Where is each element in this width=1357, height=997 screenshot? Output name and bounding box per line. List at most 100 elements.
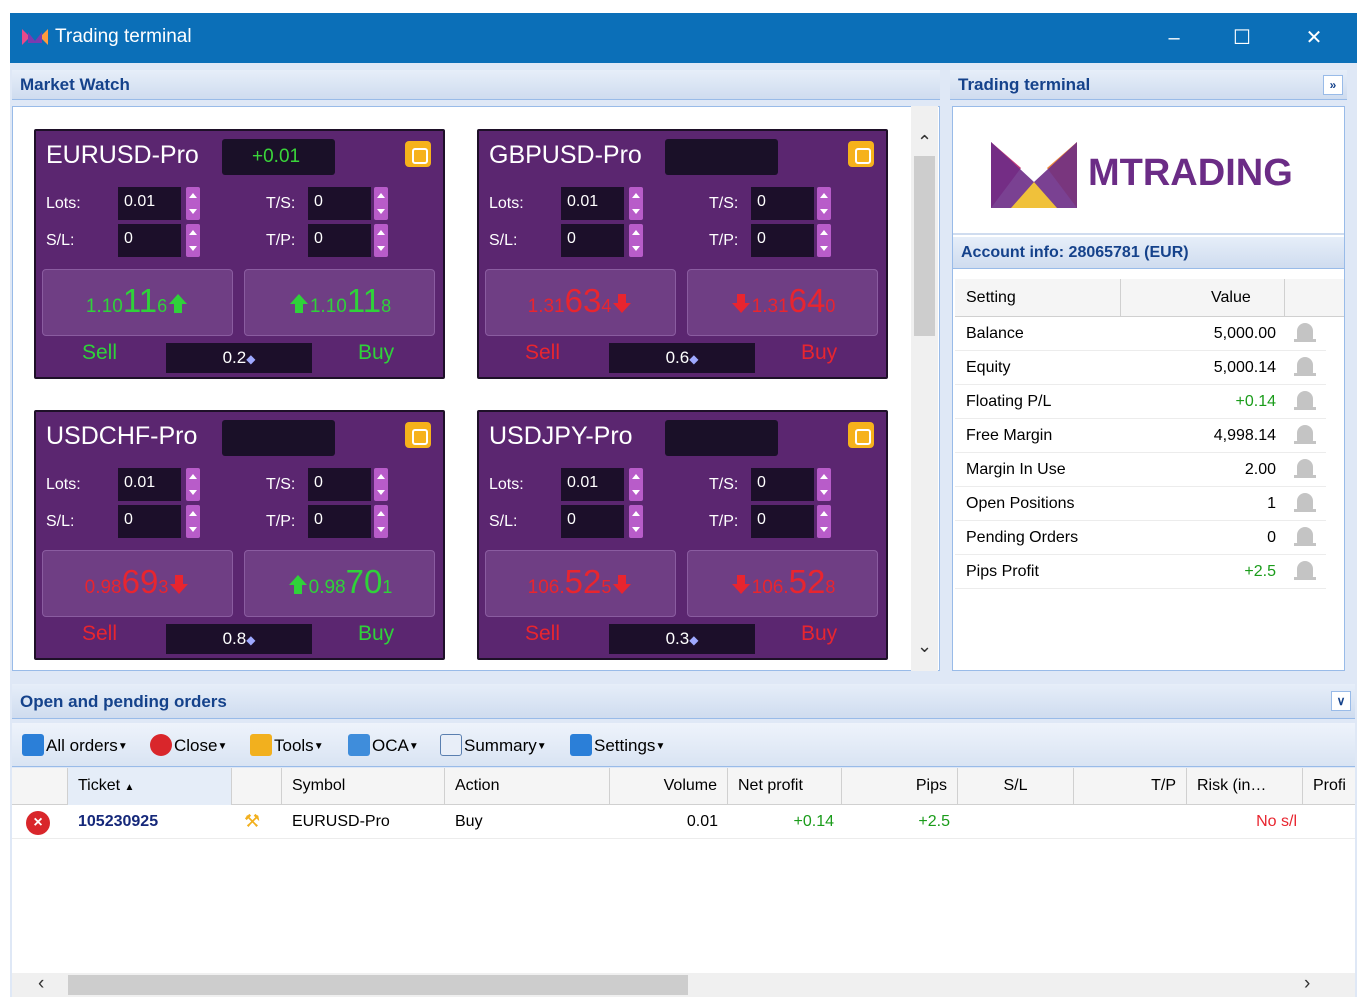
ts-spinner[interactable] (374, 468, 388, 501)
scrollbar-thumb[interactable] (914, 156, 935, 336)
close-orders-button[interactable]: Close▼ (150, 734, 227, 756)
volume-cell: 0.01 (686, 813, 718, 830)
summary-button[interactable]: Summary▼ (440, 734, 547, 756)
oca-button[interactable]: OCA▼ (348, 734, 419, 756)
sell-price-box[interactable]: 1.10116 (42, 269, 233, 336)
market-watch-scrollbar[interactable]: ⌃ ⌄ (911, 106, 938, 671)
bell-icon[interactable] (1294, 459, 1316, 481)
lots-spinner[interactable] (629, 468, 643, 501)
lots-spinner[interactable] (629, 187, 643, 220)
lots-spinner[interactable] (186, 468, 200, 501)
ts-input[interactable]: 0 (751, 187, 814, 220)
collapse-right-icon[interactable]: » (1323, 75, 1343, 95)
tools-button[interactable]: Tools▼ (250, 734, 324, 756)
buy-label[interactable]: Buy (358, 622, 394, 646)
ts-input[interactable]: 0 (751, 468, 814, 501)
scroll-down-icon[interactable]: ⌄ (917, 636, 932, 657)
buy-price-box[interactable]: 1.31640 (687, 269, 878, 336)
sl-column[interactable]: S/L (958, 768, 1074, 805)
risk-column[interactable]: Risk (in… (1187, 768, 1303, 805)
tp-column[interactable]: T/P (1074, 768, 1187, 805)
tp-spinner[interactable] (374, 505, 388, 538)
bell-icon[interactable] (1294, 527, 1316, 549)
ts-spinner[interactable] (817, 468, 831, 501)
buy-label[interactable]: Buy (801, 622, 837, 646)
tile-usdchf: USDCHF-Pro Lots: 0.01 T/S: 0 S/L: 0 T/P:… (34, 410, 445, 660)
all-orders-button[interactable]: All orders▼ (22, 734, 128, 756)
tile-settings-icon[interactable] (405, 422, 431, 448)
sl-spinner[interactable] (629, 505, 643, 538)
bell-icon[interactable] (1294, 561, 1316, 583)
sell-label[interactable]: Sell (525, 622, 560, 646)
tile-settings-icon[interactable] (848, 422, 874, 448)
bell-icon[interactable] (1294, 357, 1316, 379)
minimize-button[interactable]: – (1154, 21, 1194, 55)
close-order-icon[interactable]: × (26, 811, 50, 835)
tp-input[interactable]: 0 (308, 505, 371, 538)
lots-input[interactable]: 0.01 (118, 468, 181, 501)
tools-icon[interactable]: ⚒ (244, 811, 260, 832)
pips-column[interactable]: Pips (842, 768, 958, 805)
volume-column[interactable]: Volume (610, 768, 728, 805)
table-row[interactable]: × 105230925 ⚒ EURUSD-Pro Buy 0.01 +0.14 … (12, 805, 1355, 839)
sell-label[interactable]: Sell (82, 341, 117, 365)
bell-icon[interactable] (1294, 493, 1316, 515)
sell-price-box[interactable]: 106.525 (485, 550, 676, 617)
buy-price-box[interactable]: 1.10118 (244, 269, 435, 336)
ticket-column[interactable]: Ticket ▲ (68, 768, 232, 805)
sell-price-box[interactable]: 0.98693 (42, 550, 233, 617)
buy-label[interactable]: Buy (358, 341, 394, 365)
bell-icon[interactable] (1294, 391, 1316, 413)
ts-spinner[interactable] (817, 187, 831, 220)
scroll-up-icon[interactable]: ⌃ (917, 132, 932, 153)
orders-horizontal-scrollbar[interactable]: ‹ › (12, 973, 1355, 997)
buy-label[interactable]: Buy (801, 341, 837, 365)
window-title: Trading terminal (55, 26, 192, 47)
setting-column[interactable]: Setting (966, 289, 1016, 307)
ts-input[interactable]: 0 (308, 468, 371, 501)
sl-label: S/L: (46, 232, 75, 249)
lots-input[interactable]: 0.01 (561, 468, 624, 501)
ts-input[interactable]: 0 (308, 187, 371, 220)
tile-settings-icon[interactable] (405, 141, 431, 167)
buy-price-box[interactable]: 106.528 (687, 550, 878, 617)
sl-input[interactable]: 0 (118, 505, 181, 538)
profit-column[interactable]: Profi (1303, 768, 1355, 805)
sl-spinner[interactable] (629, 224, 643, 257)
value-column[interactable]: Value (1211, 289, 1251, 307)
settings-button[interactable]: Settings▼ (570, 734, 665, 756)
sell-label[interactable]: Sell (82, 622, 117, 646)
tp-spinner[interactable] (817, 505, 831, 538)
tp-input[interactable]: 0 (751, 224, 814, 257)
bell-icon[interactable] (1294, 425, 1316, 447)
net-profit-column[interactable]: Net profit (728, 768, 842, 805)
sell-price-box[interactable]: 1.31634 (485, 269, 676, 336)
sl-input[interactable]: 0 (561, 224, 624, 257)
tp-spinner[interactable] (374, 224, 388, 257)
lots-label: Lots: (489, 195, 524, 212)
lots-input[interactable]: 0.01 (118, 187, 181, 220)
ts-spinner[interactable] (374, 187, 388, 220)
sl-spinner[interactable] (186, 505, 200, 538)
sl-spinner[interactable] (186, 224, 200, 257)
collapse-down-icon[interactable]: ∨ (1331, 691, 1351, 711)
scrollbar-thumb[interactable] (68, 975, 688, 995)
sell-label[interactable]: Sell (525, 341, 560, 365)
sl-input[interactable]: 0 (561, 505, 624, 538)
tp-spinner[interactable] (817, 224, 831, 257)
lots-input[interactable]: 0.01 (561, 187, 624, 220)
pips-cell: +2.5 (918, 813, 950, 830)
scroll-right-icon[interactable]: › (1304, 973, 1310, 995)
scroll-left-icon[interactable]: ‹ (38, 973, 44, 995)
action-column[interactable]: Action (445, 768, 610, 805)
maximize-button[interactable]: ☐ (1222, 21, 1262, 55)
buy-price-box[interactable]: 0.98701 (244, 550, 435, 617)
lots-spinner[interactable] (186, 187, 200, 220)
tp-input[interactable]: 0 (751, 505, 814, 538)
tile-settings-icon[interactable] (848, 141, 874, 167)
bell-icon[interactable] (1294, 323, 1316, 345)
tp-input[interactable]: 0 (308, 224, 371, 257)
symbol-column[interactable]: Symbol (282, 768, 445, 805)
close-button[interactable]: ✕ (1294, 21, 1334, 55)
sl-input[interactable]: 0 (118, 224, 181, 257)
